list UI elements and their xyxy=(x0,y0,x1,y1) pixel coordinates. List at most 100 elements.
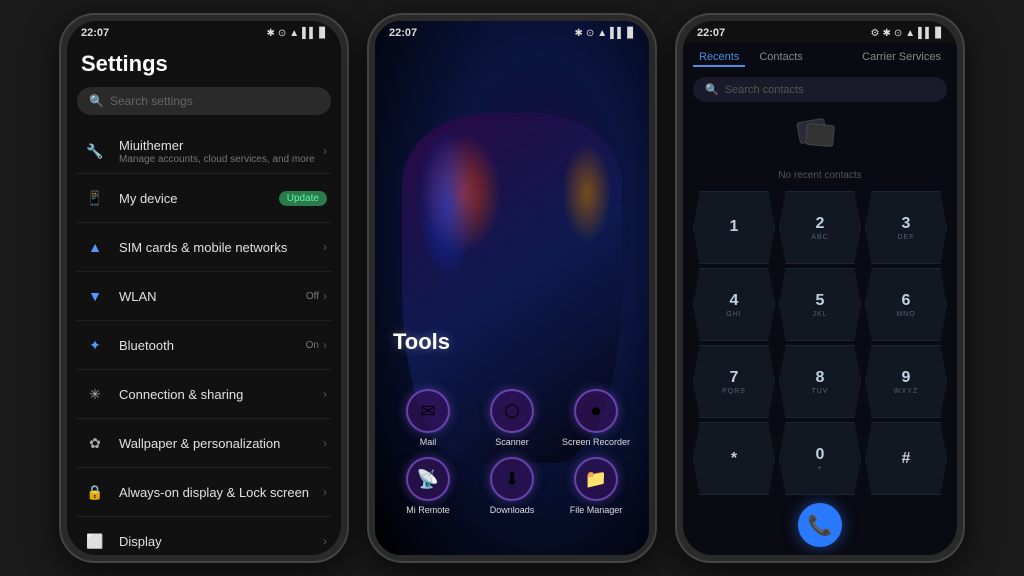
settings-item-aod[interactable]: 🔒 Always-on display & Lock screen › xyxy=(77,468,331,517)
status-time-1: 22:07 xyxy=(81,27,109,39)
settings-item-display[interactable]: ⬜ Display › xyxy=(77,517,331,555)
chevron-icon: › xyxy=(323,240,327,254)
dialer-search-bar[interactable]: 🔍 Search contacts xyxy=(693,77,947,102)
wallpaper-label: Wallpaper & personalization xyxy=(119,436,323,451)
settings-item-miuithemer[interactable]: 🔧 Miuithemer Manage accounts, cloud serv… xyxy=(77,129,331,174)
status-bar-1: 22:07 ✱ ⊙ ▲ ▌▌ ▊ xyxy=(67,21,341,43)
key-number-1: 1 xyxy=(730,218,739,236)
aod-icon: 🔒 xyxy=(81,478,109,506)
dialer-tabs: Recents Contacts Carrier Services xyxy=(683,43,957,73)
settings-screen: Settings 🔍 Search settings 🔧 Miuithemer … xyxy=(67,43,341,555)
tools-folder-title: Tools xyxy=(393,329,450,355)
key-number-9: 9 xyxy=(902,369,911,387)
call-button[interactable]: 📞 xyxy=(798,503,842,547)
mail-icon: ✉ xyxy=(406,389,450,433)
miuithemer-sublabel: Manage accounts, cloud services, and mor… xyxy=(119,154,323,165)
settings-item-sim[interactable]: ▲ SIM cards & mobile networks › xyxy=(77,223,331,272)
settings-item-connection[interactable]: ✳ Connection & sharing › xyxy=(77,370,331,419)
app-item-filemanager[interactable]: 📁 File Manager xyxy=(559,457,633,515)
settings-title: Settings xyxy=(77,43,331,87)
keypad: 1 2 ABC 3 DEF 4 GHI xyxy=(683,191,957,495)
search-contacts-placeholder: Search contacts xyxy=(725,84,804,96)
key-number-3: 3 xyxy=(902,215,911,233)
update-badge: Update xyxy=(279,191,327,206)
sim-label: SIM cards & mobile networks xyxy=(119,240,323,255)
key-6[interactable]: 6 MNO xyxy=(865,268,947,341)
aod-label: Always-on display & Lock screen xyxy=(119,485,323,500)
tab-recents[interactable]: Recents xyxy=(693,49,745,67)
tab-carrier-services[interactable]: Carrier Services xyxy=(856,49,947,67)
key-hash[interactable]: # xyxy=(865,422,947,495)
key-0[interactable]: 0 + xyxy=(779,422,861,495)
wlan-icon: ▼ xyxy=(81,282,109,310)
mydevice-icon: 📱 xyxy=(81,184,109,212)
status-time-2: 22:07 xyxy=(389,27,417,39)
key-letters-4: GHI xyxy=(726,311,741,318)
miuithemer-label: Miuithemer xyxy=(119,138,323,153)
key-1[interactable]: 1 xyxy=(693,191,775,264)
phone-dialer: 22:07 ⚙ ✱ ⊙ ▲ ▌▌ ▊ Recents Contacts Carr… xyxy=(675,13,965,563)
scanner-icon: ⬡ xyxy=(490,389,534,433)
key-5[interactable]: 5 JKL xyxy=(779,268,861,341)
chevron-icon: › xyxy=(323,534,327,548)
downloads-label: Downloads xyxy=(490,505,535,515)
status-bar-3: 22:07 ⚙ ✱ ⊙ ▲ ▌▌ ▊ xyxy=(683,21,957,43)
key-letters-7: PQRS xyxy=(722,388,746,395)
status-bar-2: 22:07 ✱ ⊙ ▲ ▌▌ ▊ xyxy=(375,21,649,43)
status-icons-2: ✱ ⊙ ▲ ▌▌ ▊ xyxy=(574,28,635,39)
app-item-downloads[interactable]: ⬇ Downloads xyxy=(475,457,549,515)
sim-icon: ▲ xyxy=(81,233,109,261)
key-number-6: 6 xyxy=(902,292,911,310)
key-9[interactable]: 9 WXYZ xyxy=(865,345,947,418)
settings-item-bluetooth[interactable]: ✦ Bluetooth On› xyxy=(77,321,331,370)
key-number-8: 8 xyxy=(816,369,825,387)
chevron-icon: › xyxy=(323,436,327,450)
wallpaper-icon: ✿ xyxy=(81,429,109,457)
bluetooth-label: Bluetooth xyxy=(119,338,306,353)
tab-contacts[interactable]: Contacts xyxy=(753,49,808,67)
mydevice-label: My device xyxy=(119,191,279,206)
key-number-hash: # xyxy=(902,450,911,468)
status-time-3: 22:07 xyxy=(697,27,725,39)
key-4[interactable]: 4 GHI xyxy=(693,268,775,341)
app-item-miremote[interactable]: 📡 Mi Remote xyxy=(391,457,465,515)
dialer-screen: Recents Contacts Carrier Services 🔍 Sear… xyxy=(683,43,957,555)
connection-label: Connection & sharing xyxy=(119,387,323,402)
status-icons-1: ✱ ⊙ ▲ ▌▌ ▊ xyxy=(266,28,327,39)
key-number-5: 5 xyxy=(816,292,825,310)
app-item-screenrecorder[interactable]: ⏺ Screen Recorder xyxy=(559,389,633,447)
screenrecorder-icon: ⏺ xyxy=(574,389,618,433)
settings-search-bar[interactable]: 🔍 Search settings xyxy=(77,87,331,115)
no-contacts-text: No recent contacts xyxy=(778,170,861,181)
key-7[interactable]: 7 PQRS xyxy=(693,345,775,418)
key-number-2: 2 xyxy=(816,215,825,233)
app-grid: ✉ Mail ⬡ Scanner ⏺ Screen Recorder 📡 Mi … xyxy=(375,389,649,515)
app-item-scanner[interactable]: ⬡ Scanner xyxy=(475,389,549,447)
settings-phone-screen: 22:07 ✱ ⊙ ▲ ▌▌ ▊ Settings 🔍 Search setti… xyxy=(67,21,341,555)
bluetooth-icon: ✦ xyxy=(81,331,109,359)
key-8[interactable]: 8 TUV xyxy=(779,345,861,418)
settings-item-mydevice[interactable]: 📱 My device Update xyxy=(77,174,331,223)
key-3[interactable]: 3 DEF xyxy=(865,191,947,264)
key-number-4: 4 xyxy=(730,292,739,310)
search-icon: 🔍 xyxy=(89,94,104,108)
connection-icon: ✳ xyxy=(81,380,109,408)
key-2[interactable]: 2 ABC xyxy=(779,191,861,264)
miremote-label: Mi Remote xyxy=(406,505,450,515)
filemanager-icon: 📁 xyxy=(574,457,618,501)
chevron-icon: › xyxy=(323,338,327,352)
key-number-0: 0 xyxy=(816,446,825,464)
app-item-mail[interactable]: ✉ Mail xyxy=(391,389,465,447)
chevron-icon: › xyxy=(323,387,327,401)
key-star[interactable]: * xyxy=(693,422,775,495)
search-icon: 🔍 xyxy=(705,83,719,96)
wlan-label: WLAN xyxy=(119,289,306,304)
dialer-phone-screen: 22:07 ⚙ ✱ ⊙ ▲ ▌▌ ▊ Recents Contacts Carr… xyxy=(683,21,957,555)
key-number-star: * xyxy=(731,450,737,468)
settings-item-wlan[interactable]: ▼ WLAN Off› xyxy=(77,272,331,321)
no-recent-contacts: No recent contacts xyxy=(683,110,957,191)
settings-item-wallpaper[interactable]: ✿ Wallpaper & personalization › xyxy=(77,419,331,468)
tools-screen: 22:07 ✱ ⊙ ▲ ▌▌ ▊ Tools ✉ Mail xyxy=(375,21,649,555)
display-label: Display xyxy=(119,534,323,549)
key-number-7: 7 xyxy=(730,369,739,387)
